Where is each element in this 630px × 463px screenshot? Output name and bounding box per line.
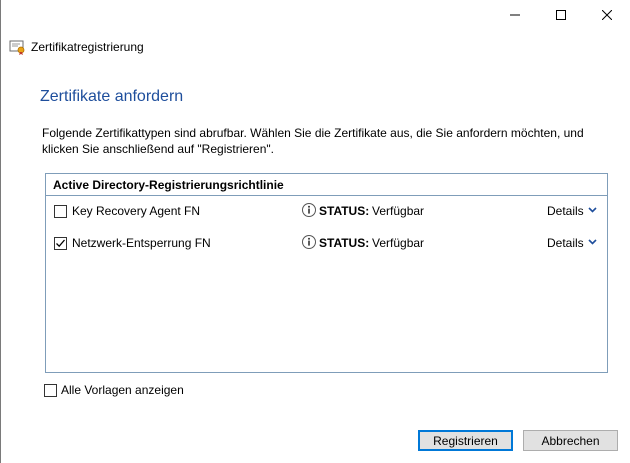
show-all-templates-checkbox[interactable] xyxy=(44,384,57,397)
close-button[interactable] xyxy=(584,0,630,30)
certificate-template-list: Active Directory-Registrierungsrichtlini… xyxy=(45,173,608,373)
info-icon xyxy=(302,235,316,249)
maximize-icon xyxy=(556,10,566,20)
caption-buttons xyxy=(492,0,630,30)
cancel-button[interactable]: Abbrechen xyxy=(523,430,618,451)
certificate-icon xyxy=(9,40,25,55)
page-title: Zertifikate anfordern xyxy=(40,88,184,105)
template-checkbox[interactable] xyxy=(54,205,67,218)
chevron-down-icon[interactable] xyxy=(588,207,597,213)
minimize-icon xyxy=(510,14,520,16)
chevron-down-icon[interactable] xyxy=(588,239,597,245)
policy-header: Active Directory-Registrierungsrichtlini… xyxy=(46,174,607,196)
show-all-templates-label[interactable]: Alle Vorlagen anzeigen xyxy=(61,383,184,397)
close-icon xyxy=(602,10,612,20)
certificate-enrollment-window: Zertifikatregistrierung Zertifikate anfo… xyxy=(0,0,630,463)
wizard-header: Zertifikatregistrierung xyxy=(9,38,144,56)
maximize-button[interactable] xyxy=(538,0,584,30)
template-name: Netzwerk-Entsperrung FN xyxy=(72,236,211,250)
minimize-button[interactable] xyxy=(492,0,538,30)
checkmark-icon xyxy=(56,239,65,248)
window-title: Zertifikatregistrierung xyxy=(31,40,144,54)
status-label: STATUS: xyxy=(319,204,370,218)
status-value: Verfügbar xyxy=(372,204,425,218)
register-button[interactable]: Registrieren xyxy=(418,430,513,451)
details-link[interactable]: Details xyxy=(547,236,584,250)
page-description: Folgende Zertifikattypen sind abrufbar. … xyxy=(42,126,584,156)
template-row-key-recovery-agent: Key Recovery Agent FN STATUS: Verfügbar … xyxy=(46,202,607,222)
template-row-network-unlock: Netzwerk-Entsperrung FN STATUS: Verfügba… xyxy=(46,234,607,254)
info-icon xyxy=(302,203,316,217)
status-value: Verfügbar xyxy=(372,236,425,250)
template-name: Key Recovery Agent FN xyxy=(72,204,201,218)
status-label: STATUS: xyxy=(319,236,370,250)
details-link[interactable]: Details xyxy=(547,204,584,218)
template-checkbox[interactable] xyxy=(54,237,67,250)
